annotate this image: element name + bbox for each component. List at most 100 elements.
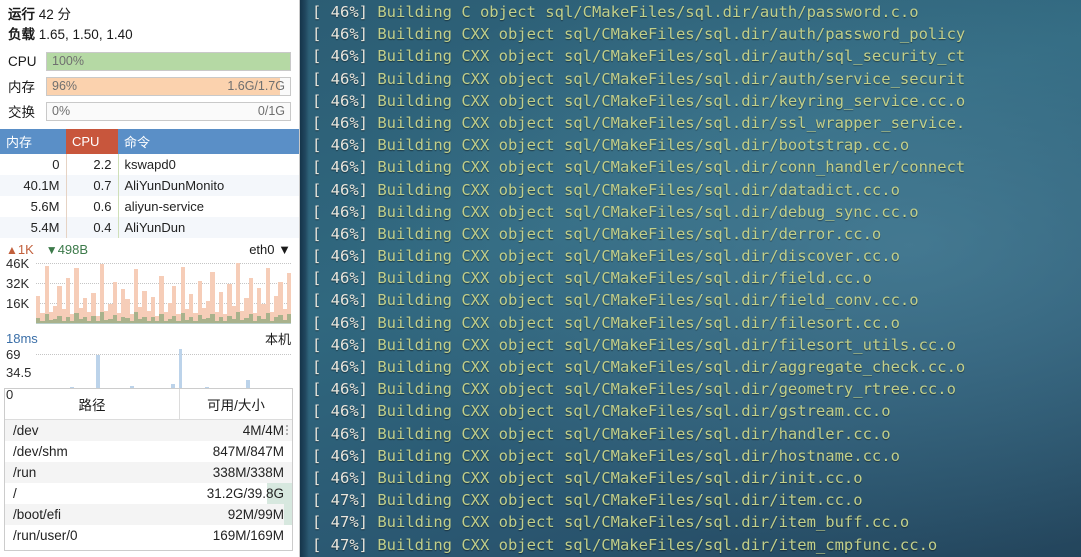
terminal-line-percent: [ 46%] [312,113,378,132]
terminal-line-message: Building CXX object sql/CMakeFiles/sql.d… [377,202,919,221]
process-header-command[interactable]: 命令 [118,129,299,154]
terminal-line-percent: [ 46%] [312,158,378,177]
load-value: 1.65, 1.50, 1.40 [38,27,133,42]
disk-header-avail[interactable]: 可用/大小 [179,389,292,420]
process-row[interactable]: 0 2.2 kswapd0 [0,154,299,175]
terminal-line-percent: [ 46%] [312,335,378,354]
terminal-line-percent: [ 46%] [312,69,378,88]
disk-cell-path: /dev [5,419,180,441]
process-cell-cmd: kswapd0 [118,154,299,175]
process-cell-cpu: 0.4 [66,217,119,238]
meter-bar-memory[interactable]: 96% 1.6G/1.7G [46,76,291,96]
arrow-down-icon: ▼ [45,243,58,257]
uptime-value: 42 分 [38,7,72,22]
disk-avail-value: 169M/169M [212,528,284,543]
process-table-body: 0 2.2 kswapd0 40.1M 0.7 AliYunDunMonito 5.6M 0.… [0,154,299,238]
disk-cell-path: /dev/shm [5,441,180,462]
terminal-line-percent: [ 46%] [312,269,378,288]
terminal-line-percent: [ 46%] [312,424,378,443]
resize-handle[interactable] [286,423,290,437]
disk-cell-avail: 338M/338M [179,462,292,483]
network-bar [286,258,291,323]
process-cell-mem: 5.4M [0,217,67,238]
network-interface-selector[interactable]: eth0 ▼ [249,242,291,257]
meter-row-cpu: CPU 100% [8,50,291,72]
terminal-line-percent: [ 46%] [312,358,378,376]
terminal-window[interactable]: [ 46%] Building C object sql/CMakeFiles/… [300,0,1081,557]
terminal-line-message: Building CXX object sql/CMakeFiles/sql.d… [377,224,882,243]
network-graph[interactable]: 46K 32K 16K [6,257,291,324]
disk-row[interactable]: /boot/efi 92M/99M [5,504,292,525]
process-cell-mem: 5.6M [0,196,67,217]
terminal-line: [ 46%] Building CXX object sql/CMakeFile… [312,179,1081,201]
latency-header: 18ms 本机 [0,324,299,349]
terminal-line-percent: [ 46%] [312,47,378,66]
disk-row[interactable]: /run/user/0 169M/169M [5,525,292,546]
terminal-line: [ 46%] Building CXX object sql/CMakeFile… [312,223,1081,245]
terminal-line-message: Building CXX object sql/CMakeFiles/sql.d… [377,91,966,110]
disk-table-body: /dev 4M/4M/dev/shm 847M/847M/run 338M/338M /… [5,419,292,546]
process-cell-cmd: aliyun-service [118,196,299,217]
disk-table: 路径 可用/大小 /dev 4M/4M/dev/shm 847M/847M/run 3… [5,389,292,546]
terminal-line-message: Building CXX object sql/CMakeFiles/sql.d… [377,491,863,510]
terminal-line: [ 46%] Building CXX object sql/CMakeFile… [312,156,1081,178]
disk-row[interactable]: /dev/shm 847M/847M [5,441,292,462]
terminal-line-percent: [ 47%] [312,491,378,510]
disk-header-path[interactable]: 路径 [5,389,180,420]
terminal-line-message: Building CXX object sql/CMakeFiles/sql.d… [377,535,938,554]
latency-target[interactable]: 本机 [265,329,291,348]
terminal-line: [ 46%] Building CXX object sql/CMakeFile… [312,23,1081,45]
terminal-line-percent: [ 46%] [312,224,378,243]
system-monitor-panel: 运行 42 分 负载 1.65, 1.50, 1.40 CPU 100% 内存 [0,0,300,557]
terminal-line-message: Building CXX object sql/CMakeFiles/sql.d… [377,69,966,88]
process-row[interactable]: 40.1M 0.7 AliYunDunMonito [0,175,299,196]
terminal-line-percent: [ 46%] [312,247,378,266]
disk-row[interactable]: / 31.2G/39.8G [5,483,292,504]
terminal-line-percent: [ 46%] [312,91,378,110]
process-cell-mem: 40.1M [0,175,67,196]
terminal-line-percent: [ 46%] [312,446,378,465]
summary-block: 运行 42 分 负载 1.65, 1.50, 1.40 [0,0,299,45]
latency-ytick-1: 34.5 [6,365,32,380]
process-row[interactable]: 5.6M 0.6 aliyun-service [0,196,299,217]
terminal-line-percent: [ 46%] [312,313,378,332]
terminal-line-percent: [ 47%] [312,535,378,554]
process-table: 内存 CPU 命令 0 2.2 kswapd0 40.1M 0.7 AliYunDunMo… [0,129,299,238]
terminal-output: [ 46%] Building C object sql/CMakeFiles/… [312,1,1081,557]
terminal-line-percent: [ 47%] [312,513,378,532]
terminal-line: [ 46%] Building CXX object sql/CMakeFile… [312,134,1081,156]
meter-bar-swap[interactable]: 0% 0/1G [46,101,291,121]
terminal-line: [ 46%] Building CXX object sql/CMakeFile… [312,45,1081,67]
terminal-line-percent: [ 46%] [312,202,378,221]
disk-avail-value: 92M/99M [227,507,284,522]
terminal-line: [ 46%] Building CXX object sql/CMakeFile… [312,467,1081,489]
terminal-line: [ 46%] Building CXX object sql/CMakeFile… [312,378,1081,400]
terminal-line-percent: [ 46%] [312,136,378,155]
latency-ytick-0: 69 [6,347,21,362]
meter-bar-cpu[interactable]: 100% [46,51,291,71]
process-cell-cpu: 0.6 [66,196,119,217]
load-label: 负载 [8,27,35,42]
app-root: 运行 42 分 负载 1.65, 1.50, 1.40 CPU 100% 内存 [0,0,1081,557]
meter-percent-cpu: 100% [52,53,84,68]
disk-cell-avail: 847M/847M [179,441,292,462]
terminal-line-percent: [ 46%] [312,468,378,487]
disk-row[interactable]: /dev 4M/4M [5,419,292,441]
terminal-line: [ 46%] Building CXX object sql/CMakeFile… [312,245,1081,267]
meter-row-swap: 交换 0% 0/1G [8,100,291,122]
terminal-line-message: Building CXX object sql/CMakeFiles/sql.d… [377,247,900,266]
terminal-line: [ 46%] Building CXX object sql/CMakeFile… [312,68,1081,90]
disk-cell-avail: 31.2G/39.8G [179,483,292,504]
terminal-line: [ 46%] Building CXX object sql/CMakeFile… [312,312,1081,334]
process-header-memory[interactable]: 内存 [0,129,66,154]
disk-row[interactable]: /run 338M/338M [5,462,292,483]
network-upload: ▲1K [6,242,34,257]
process-header-cpu[interactable]: CPU [66,129,118,154]
terminal-line: [ 46%] Building CXX object sql/CMakeFile… [312,400,1081,422]
load-line: 负载 1.65, 1.50, 1.40 [8,25,291,45]
terminal-line-message: Building CXX object sql/CMakeFiles/sql.d… [377,158,966,177]
arrow-up-icon: ▲ [6,243,18,257]
disk-cell-avail: 4M/4M [179,419,292,441]
process-row[interactable]: 5.4M 0.4 AliYunDun [0,217,299,238]
meter-label-cpu: CPU [8,53,37,69]
